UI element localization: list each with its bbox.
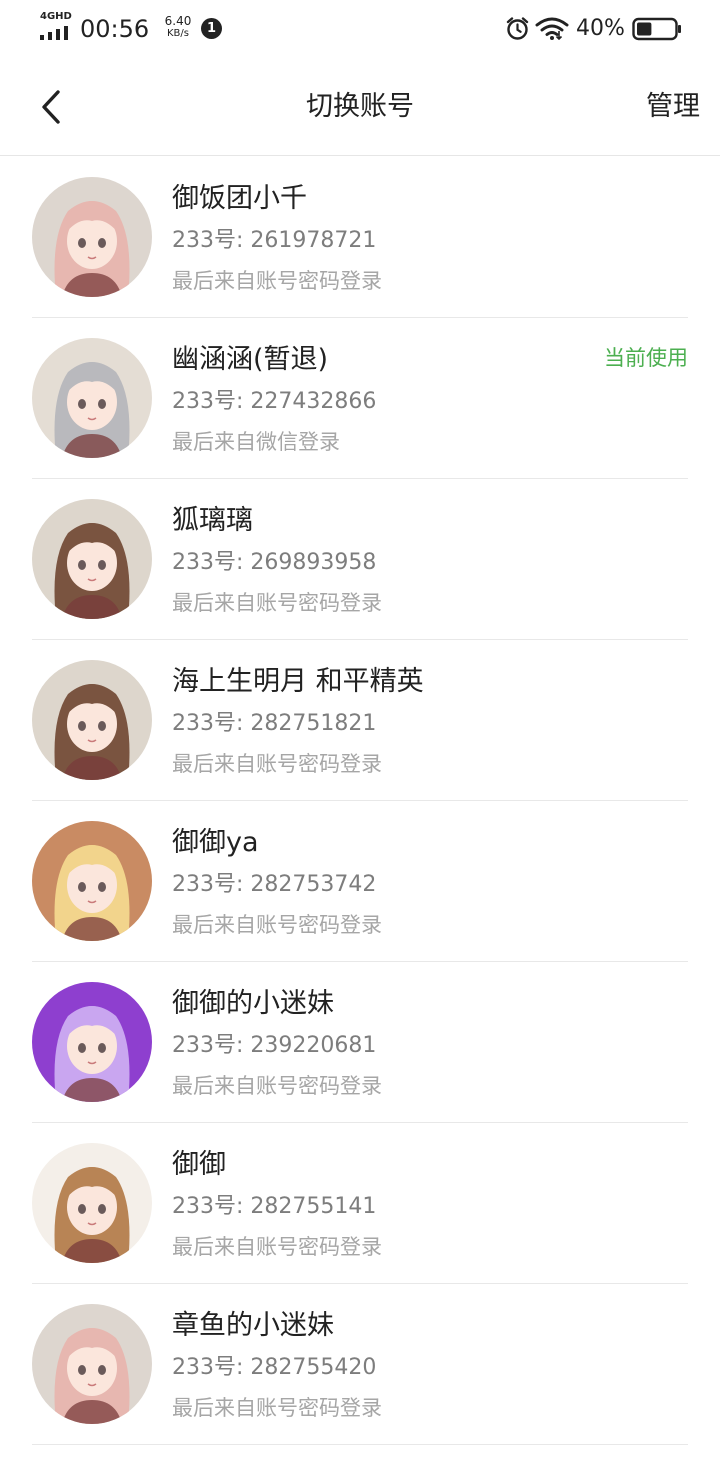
account-item-3[interactable]: 狐璃璃 233号: 269893958 最后来自账号密码登录 — [0, 479, 720, 640]
avatar — [32, 982, 152, 1102]
account-name: 海上生明月 和平精英 — [172, 666, 424, 697]
account-name: 御饭团小千 — [172, 183, 307, 214]
account-item-6[interactable]: 御御的小迷妹 233号: 239220681 最后来自账号密码登录 — [0, 962, 720, 1123]
avatar — [32, 1304, 152, 1424]
avatar-image — [32, 660, 152, 780]
page-title: 切换账号 — [306, 91, 414, 122]
battery-percentage: 40% — [576, 16, 625, 41]
network-type-label: 4GHD — [40, 11, 72, 22]
account-item-1[interactable]: 御饭团小千 233号: 261978721 最后来自账号密码登录 — [0, 157, 720, 318]
account-login-method: 最后来自账号密码登录 — [172, 1074, 382, 1098]
account-name: 御御的小迷妹 — [172, 988, 334, 1019]
account-login-method: 最后来自微信登录 — [172, 430, 340, 454]
notification-badge: 1 — [201, 18, 222, 39]
account-login-method: 最后来自账号密码登录 — [172, 1396, 382, 1420]
network-speed-unit: KB/s — [167, 28, 189, 39]
avatar-image — [32, 499, 152, 619]
account-login-method: 最后来自账号密码登录 — [172, 1235, 382, 1259]
avatar — [32, 1143, 152, 1263]
account-id: 233号: 282755420 — [172, 1355, 377, 1380]
avatar — [32, 821, 152, 941]
avatar — [32, 338, 152, 458]
account-id: 233号: 269893958 — [172, 550, 377, 575]
avatar-image — [32, 1304, 152, 1424]
account-item-5[interactable]: 御御ya 233号: 282753742 最后来自账号密码登录 — [0, 801, 720, 962]
account-id: 233号: 261978721 — [172, 228, 377, 253]
avatar-image — [32, 821, 152, 941]
wifi-icon — [535, 17, 569, 40]
battery-icon — [632, 17, 681, 41]
avatar-image — [32, 338, 152, 458]
signal-bars-icon — [40, 26, 68, 40]
status-bar: 4GHD 00:56 6.40 KB/s 1 40% — [0, 0, 720, 58]
avatar-image — [32, 177, 152, 297]
avatar — [32, 660, 152, 780]
avatar — [32, 499, 152, 619]
account-item-7[interactable]: 御御 233号: 282755141 最后来自账号密码登录 — [0, 1123, 720, 1284]
network-speed-value: 6.40 — [164, 14, 192, 28]
account-item-4[interactable]: 海上生明月 和平精英 233号: 282751821 最后来自账号密码登录 — [0, 640, 720, 801]
avatar-image — [32, 1143, 152, 1263]
account-id: 233号: 227432866 — [172, 389, 377, 414]
clock: 00:56 — [80, 15, 150, 43]
account-name: 幽涵涵(暂退) — [172, 344, 329, 375]
avatar — [32, 177, 152, 297]
account-name: 御御 — [172, 1149, 226, 1180]
manage-button[interactable]: 管理 — [646, 86, 700, 128]
account-login-method: 最后来自账号密码登录 — [172, 591, 382, 615]
account-item-2[interactable]: 幽涵涵(暂退) 233号: 227432866 最后来自微信登录 当前使用 — [0, 318, 720, 479]
account-name: 御御ya — [172, 827, 259, 858]
account-id: 233号: 282753742 — [172, 872, 377, 897]
account-id: 233号: 282755141 — [172, 1194, 377, 1219]
account-login-method: 最后来自账号密码登录 — [172, 269, 382, 293]
avatar-image — [32, 982, 152, 1102]
account-name: 狐璃璃 — [172, 505, 253, 536]
account-id: 233号: 239220681 — [172, 1033, 377, 1058]
cellular-signal: 4GHD — [40, 12, 72, 40]
account-login-method: 最后来自账号密码登录 — [172, 752, 382, 776]
account-list: 御饭团小千 233号: 261978721 最后来自账号密码登录 幽涵涵(暂退)… — [0, 157, 720, 1445]
account-item-8[interactable]: 章鱼的小迷妹 233号: 282755420 最后来自账号密码登录 — [0, 1284, 720, 1445]
account-login-method: 最后来自账号密码登录 — [172, 913, 382, 937]
top-navigation-bar: 切换账号 管理 — [0, 58, 720, 156]
current-account-badge: 当前使用 — [604, 346, 688, 370]
account-name: 章鱼的小迷妹 — [172, 1310, 334, 1341]
battery-level-fill — [637, 22, 652, 36]
network-speed: 6.40 KB/s — [160, 14, 196, 40]
account-id: 233号: 282751821 — [172, 711, 377, 736]
alarm-icon — [506, 17, 529, 40]
